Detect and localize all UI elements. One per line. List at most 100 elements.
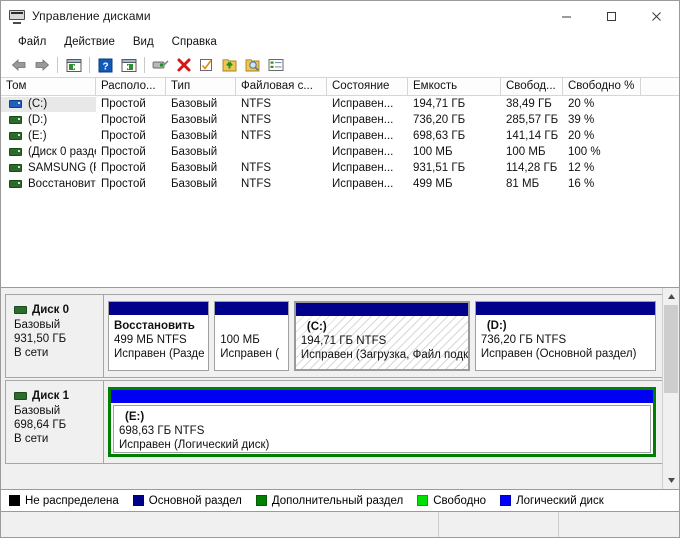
minimize-button[interactable] — [544, 1, 589, 31]
disk-pane-scrollbar[interactable] — [662, 288, 679, 489]
disk-info-0[interactable]: Диск 0 Базовый 931,50 ГБ В сети — [6, 295, 104, 377]
disk-graphical-view: Диск 0 Базовый 931,50 ГБ В сети Восстано… — [1, 288, 679, 490]
percent-cell: 12 % — [568, 162, 595, 174]
partition-label — [220, 319, 288, 333]
type-cell: Базовый — [171, 98, 218, 110]
table-row[interactable]: (D:) Простой Базовый NTFS Исправен... 73… — [1, 112, 679, 128]
column-filesystem[interactable]: Файловая с... — [236, 78, 327, 95]
table-row[interactable]: (E:) Простой Базовый NTFS Исправен... 69… — [1, 128, 679, 144]
partition-size: 194,71 ГБ NTFS — [300, 335, 387, 347]
table-row[interactable]: SAMSUNG (F:) Простой Базовый NTFS Исправ… — [1, 160, 679, 176]
percent-cell: 39 % — [568, 114, 595, 126]
filesystem-cell: NTFS — [241, 178, 272, 190]
volume-cell[interactable]: (Диск 0 раздел 2) — [1, 145, 96, 160]
column-free-space[interactable]: Свобод... — [501, 78, 563, 95]
legend: Не распределена Основной раздел Дополнит… — [1, 490, 679, 512]
percent-cell: 100 % — [568, 146, 601, 158]
partition-e[interactable]: (E:) 698,63 ГБ NTFS Исправен (Логический… — [113, 405, 651, 453]
volume-cell[interactable]: (E:) — [1, 129, 96, 144]
window-title: Управление дисками — [32, 9, 151, 23]
volume-icon — [9, 116, 22, 124]
legend-swatch — [9, 495, 20, 506]
column-layout[interactable]: Располо... — [96, 78, 166, 95]
disk-icon — [14, 306, 27, 314]
scrollbar-track[interactable] — [662, 393, 679, 472]
free-cell: 81 МБ — [506, 178, 540, 190]
table-row[interactable]: (Диск 0 раздел 2) Простой Базовый Исправ… — [1, 144, 679, 160]
menu-view[interactable]: Вид — [124, 34, 163, 51]
rescan-disks-icon[interactable] — [241, 54, 264, 76]
help-icon[interactable]: ? — [94, 54, 117, 76]
close-button[interactable] — [634, 1, 679, 31]
title-bar: Управление дисками — [1, 1, 679, 31]
back-icon[interactable] — [7, 54, 30, 76]
status-cell: Исправен... — [332, 114, 394, 126]
partition-c[interactable]: (C:) 194,71 ГБ NTFS Исправен (Загрузка, … — [293, 301, 470, 371]
legend-primary-partition: Основной раздел — [132, 495, 242, 507]
export-list-icon[interactable] — [218, 54, 241, 76]
volume-icon — [9, 148, 22, 156]
forward-icon[interactable] — [30, 54, 53, 76]
disk-row-1[interactable]: Диск 1 Базовый 698,64 ГБ В сети (E:) 698… — [5, 380, 662, 464]
scroll-down-icon[interactable] — [662, 472, 679, 489]
menu-file[interactable]: Файл — [9, 34, 55, 51]
table-row[interactable]: (C:) Простой Базовый NTFS Исправен... 19… — [1, 96, 679, 112]
toolbar-separator — [144, 57, 145, 73]
extended-partition-container[interactable]: (E:) 698,63 ГБ NTFS Исправен (Логический… — [108, 387, 656, 457]
disk-info-1[interactable]: Диск 1 Базовый 698,64 ГБ В сети — [6, 381, 104, 463]
volume-label: (Диск 0 раздел 2) — [28, 146, 96, 158]
legend-extended-partition: Дополнительный раздел — [255, 494, 404, 507]
menu-help[interactable]: Справка — [163, 34, 226, 51]
partition-label: (C:) — [306, 321, 327, 333]
volume-list-header: Том Располо... Тип Файловая с... Состоян… — [1, 78, 679, 96]
disk-0-partitions: Восстановить 499 МБ NTFS Исправен (Разде… — [104, 295, 662, 377]
scroll-up-icon[interactable] — [662, 288, 679, 305]
table-row[interactable]: Восстановить Простой Базовый NTFS Исправ… — [1, 176, 679, 192]
legend-label: Дополнительный раздел — [271, 494, 404, 507]
column-status[interactable]: Состояние — [327, 78, 408, 95]
partition-details: (D:) 736,20 ГБ NTFS Исправен (Основной р… — [476, 315, 655, 370]
free-cell: 141,14 ГБ — [506, 130, 559, 142]
volume-label: (C:) — [28, 98, 48, 110]
delete-icon[interactable] — [172, 54, 195, 76]
partition-color-bar — [215, 302, 288, 315]
volume-list[interactable]: Том Располо... Тип Файловая с... Состоян… — [1, 78, 679, 288]
check-disk-icon[interactable] — [195, 54, 218, 76]
type-cell: Базовый — [171, 130, 218, 142]
column-type[interactable]: Тип — [166, 78, 236, 95]
disk-row-0[interactable]: Диск 0 Базовый 931,50 ГБ В сети Восстано… — [5, 294, 662, 378]
partition-size: 698,63 ГБ NTFS — [119, 425, 205, 437]
column-capacity[interactable]: Емкость — [408, 78, 501, 95]
partition-recovery[interactable]: Восстановить 499 МБ NTFS Исправен (Разде — [108, 301, 210, 371]
scrollbar-thumb[interactable] — [664, 305, 678, 393]
volume-cell[interactable]: Восстановить — [1, 177, 96, 192]
legend-label: Не распределена — [25, 494, 119, 507]
detail-view-icon[interactable] — [264, 54, 287, 76]
filesystem-cell: NTFS — [241, 98, 272, 110]
legend-label: Свободно — [433, 494, 487, 507]
partition-d[interactable]: (D:) 736,20 ГБ NTFS Исправен (Основной р… — [474, 301, 656, 371]
layout-cell: Простой — [101, 178, 146, 190]
volume-cell[interactable]: SAMSUNG (F:) — [1, 161, 96, 176]
type-cell: Базовый — [171, 178, 218, 190]
partition-details: 100 МБ Исправен ( — [215, 315, 288, 370]
volume-cell[interactable]: (D:) — [1, 113, 96, 128]
partition-status: Исправен (Загрузка, Файл подкачк — [300, 349, 468, 361]
properties-icon[interactable] — [149, 54, 172, 76]
menu-action[interactable]: Действие — [55, 34, 124, 51]
maximize-button[interactable] — [589, 1, 634, 31]
legend-swatch — [255, 495, 267, 506]
volume-system-icon — [9, 100, 22, 108]
show-action-pane-icon[interactable] — [117, 54, 140, 76]
free-cell: 114,28 ГБ — [506, 162, 558, 174]
column-volume[interactable]: Том — [1, 78, 96, 95]
column-free-percent[interactable]: Свободно % — [563, 78, 641, 95]
type-cell: Базовый — [171, 162, 218, 174]
legend-free-space: Свободно — [417, 495, 486, 507]
partition-efi[interactable]: 100 МБ Исправен ( — [214, 301, 289, 371]
volume-list-rows: (C:) Простой Базовый NTFS Исправен... 19… — [1, 96, 679, 287]
partition-size: 736,20 ГБ NTFS — [480, 334, 567, 346]
volume-cell[interactable]: (C:) — [1, 96, 96, 112]
partition-color-bar — [109, 302, 209, 315]
show-hide-console-tree-icon[interactable] — [62, 54, 85, 76]
